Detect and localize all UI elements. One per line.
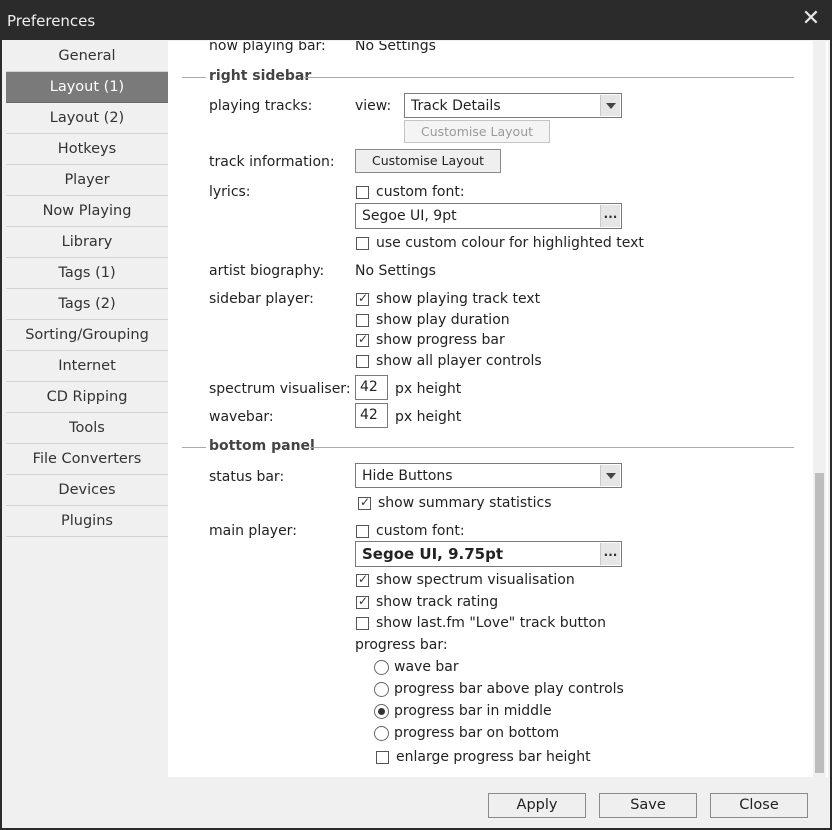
lyrics-custom-colour-checkbox[interactable] bbox=[356, 237, 369, 250]
main-player-custom-font-checkbox[interactable] bbox=[356, 525, 369, 538]
show-lastfm-love-button-label: show last.fm "Love" track button bbox=[376, 615, 606, 631]
window-title: Preferences bbox=[7, 12, 96, 30]
sidebar-item-plugins[interactable]: Plugins bbox=[6, 506, 168, 537]
show-progress-bar-checkbox[interactable] bbox=[356, 332, 369, 347]
close-icon[interactable]: ✕ bbox=[800, 8, 822, 30]
sidebar-item-devices[interactable]: Devices bbox=[6, 475, 168, 506]
title-bar: Preferences ✕ bbox=[0, 0, 832, 40]
wave-bar-label: wave bar bbox=[394, 659, 459, 675]
sidebar-item-layout-1[interactable]: Layout (1) bbox=[6, 72, 168, 103]
playing-tracks-view-select[interactable]: Track Details bbox=[404, 93, 622, 118]
show-track-rating-checkbox[interactable] bbox=[356, 594, 369, 609]
show-track-rating-label: show track rating bbox=[376, 594, 499, 610]
section-divider bbox=[310, 447, 794, 448]
chevron-down-icon[interactable] bbox=[600, 95, 620, 116]
preferences-window: Preferences ✕ General Layout (1) Layout … bbox=[0, 0, 832, 830]
show-all-player-controls-label: show all player controls bbox=[376, 353, 542, 369]
artist-biography-value: No Settings bbox=[355, 263, 436, 279]
right-sidebar-title: right sidebar bbox=[209, 68, 312, 84]
wave-bar-radio[interactable] bbox=[374, 660, 389, 675]
status-bar-select[interactable]: Hide Buttons bbox=[355, 463, 622, 488]
spectrum-visualiser-height-input[interactable]: 42 bbox=[355, 375, 388, 400]
show-summary-statistics-checkbox[interactable] bbox=[358, 495, 371, 510]
track-information-customise-layout-button[interactable]: Customise Layout bbox=[355, 149, 501, 173]
show-all-player-controls-checkbox[interactable] bbox=[356, 355, 369, 368]
show-lastfm-love-button-checkbox[interactable] bbox=[356, 617, 369, 630]
show-spectrum-visualisation-checkbox[interactable] bbox=[356, 572, 369, 587]
main-player-font-value: Segoe UI, 9.75pt bbox=[362, 545, 504, 563]
progress-on-bottom-label: progress bar on bottom bbox=[394, 725, 560, 741]
show-playing-track-text-label: show playing track text bbox=[376, 291, 541, 307]
main-player-font-field[interactable]: Segoe UI, 9.75pt ... bbox=[355, 541, 622, 567]
sidebar-item-cd-ripping[interactable]: CD Ripping bbox=[6, 382, 168, 413]
show-progress-bar-label: show progress bar bbox=[376, 332, 505, 348]
artist-biography-label: artist biography: bbox=[209, 263, 325, 279]
lyrics-font-value: Segoe UI, 9pt bbox=[362, 208, 457, 224]
show-playing-track-text-checkbox[interactable] bbox=[356, 291, 369, 306]
playing-tracks-view-value: Track Details bbox=[411, 98, 501, 114]
wavebar-label: wavebar: bbox=[209, 409, 274, 425]
lyrics-custom-font-label: custom font: bbox=[376, 184, 465, 200]
sidebar-item-file-converters[interactable]: File Converters bbox=[6, 444, 168, 475]
sidebar-item-player[interactable]: Player bbox=[6, 165, 168, 196]
show-summary-statistics-label: show summary statistics bbox=[378, 495, 552, 511]
main-player-custom-font-label: custom font: bbox=[376, 523, 465, 539]
scrollbar-thumb[interactable] bbox=[815, 473, 824, 773]
sidebar-nav: General Layout (1) Layout (2) Hotkeys Pl… bbox=[6, 41, 168, 777]
section-divider bbox=[304, 77, 794, 78]
playing-tracks-customise-layout-button[interactable]: Customise Layout bbox=[404, 120, 550, 143]
section-divider bbox=[182, 77, 206, 78]
spectrum-visualiser-label: spectrum visualiser: bbox=[209, 381, 351, 397]
bottom-panel-title: bottom panel bbox=[209, 438, 315, 454]
sidebar-item-general[interactable]: General bbox=[6, 41, 168, 72]
lyrics-custom-colour-label: use custom colour for highlighted text bbox=[376, 235, 644, 251]
wavebar-unit: px height bbox=[395, 409, 462, 425]
save-button[interactable]: Save bbox=[599, 793, 697, 818]
sidebar-player-label: sidebar player: bbox=[209, 291, 314, 307]
view-label: view: bbox=[355, 98, 392, 114]
sidebar-item-library[interactable]: Library bbox=[6, 227, 168, 258]
enlarge-progress-bar-checkbox[interactable] bbox=[376, 751, 389, 764]
track-information-label: track information: bbox=[209, 154, 335, 170]
lyrics-font-field[interactable]: Segoe UI, 9pt ... bbox=[355, 203, 622, 229]
main-player-font-browse-button[interactable]: ... bbox=[600, 543, 620, 565]
spectrum-visualiser-unit: px height bbox=[395, 381, 462, 397]
apply-button[interactable]: Apply bbox=[488, 793, 586, 818]
vertical-scrollbar[interactable] bbox=[813, 41, 826, 777]
progress-on-bottom-radio[interactable] bbox=[374, 726, 389, 741]
sidebar-item-tags-2[interactable]: Tags (2) bbox=[6, 289, 168, 320]
progress-above-controls-label: progress bar above play controls bbox=[394, 681, 624, 697]
enlarge-progress-bar-label: enlarge progress bar height bbox=[396, 749, 591, 765]
show-spectrum-visualisation-label: show spectrum visualisation bbox=[376, 572, 575, 588]
show-play-duration-checkbox[interactable] bbox=[356, 314, 369, 327]
sidebar-item-tools[interactable]: Tools bbox=[6, 413, 168, 444]
section-divider bbox=[182, 447, 206, 448]
wavebar-height-input[interactable]: 42 bbox=[355, 403, 388, 428]
progress-bar-label: progress bar: bbox=[355, 637, 448, 653]
settings-panel: now playing bar: No Settings right sideb… bbox=[168, 41, 828, 777]
sidebar-item-tags-1[interactable]: Tags (1) bbox=[6, 258, 168, 289]
status-bar-value: Hide Buttons bbox=[362, 468, 453, 484]
dialog-client: General Layout (1) Layout (2) Hotkeys Pl… bbox=[2, 40, 830, 828]
playing-tracks-label: playing tracks: bbox=[209, 98, 313, 114]
lyrics-font-browse-button[interactable]: ... bbox=[600, 205, 620, 227]
sidebar-item-layout-2[interactable]: Layout (2) bbox=[6, 103, 168, 134]
chevron-down-icon[interactable] bbox=[600, 465, 620, 486]
lyrics-label: lyrics: bbox=[209, 184, 251, 200]
progress-in-middle-label: progress bar in middle bbox=[394, 703, 552, 719]
progress-in-middle-radio[interactable] bbox=[374, 704, 389, 719]
sidebar-item-internet[interactable]: Internet bbox=[6, 351, 168, 382]
show-play-duration-label: show play duration bbox=[376, 312, 510, 328]
now-playing-bar-label: now playing bar: bbox=[209, 41, 326, 54]
sidebar-item-now-playing[interactable]: Now Playing bbox=[6, 196, 168, 227]
main-player-label: main player: bbox=[209, 523, 297, 539]
status-bar-label: status bar: bbox=[209, 469, 285, 485]
now-playing-bar-value: No Settings bbox=[355, 41, 436, 54]
close-button[interactable]: Close bbox=[710, 793, 808, 818]
progress-above-controls-radio[interactable] bbox=[374, 682, 389, 697]
sidebar-item-sorting-grouping[interactable]: Sorting/Grouping bbox=[6, 320, 168, 351]
lyrics-custom-font-checkbox[interactable] bbox=[356, 186, 369, 199]
sidebar-item-hotkeys[interactable]: Hotkeys bbox=[6, 134, 168, 165]
